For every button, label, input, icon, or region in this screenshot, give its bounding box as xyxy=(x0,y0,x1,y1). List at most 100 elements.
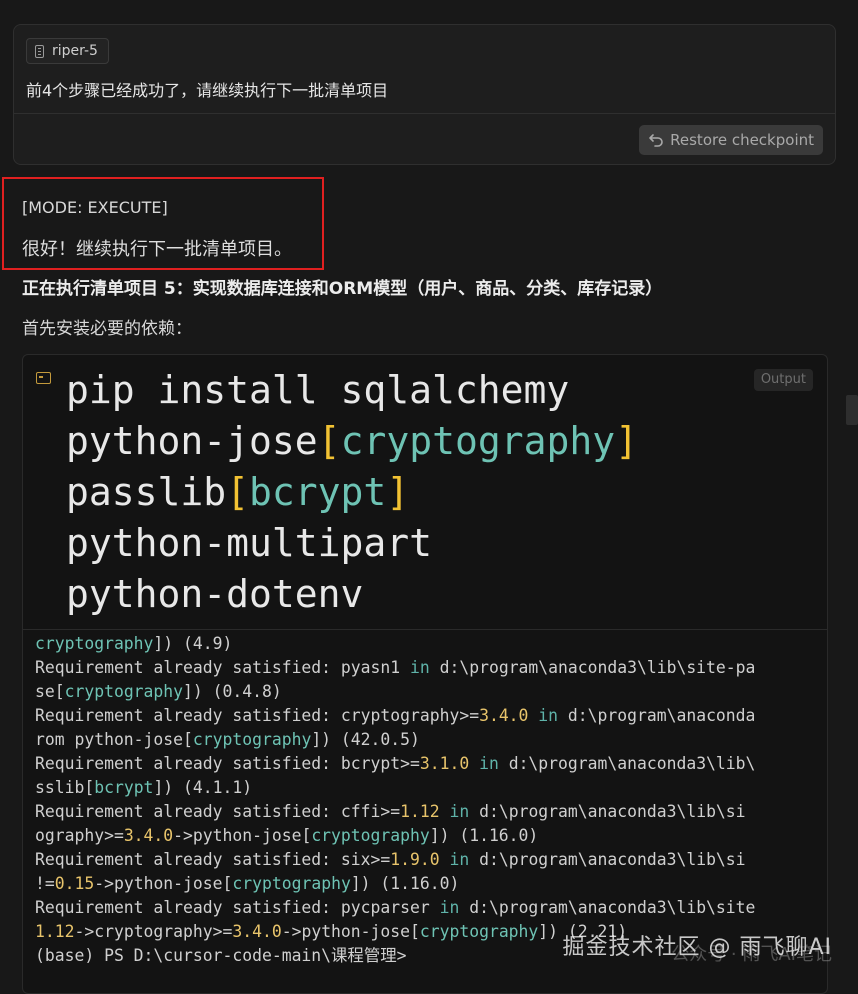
package-token: cryptography xyxy=(64,682,184,701)
output-line: Requirement already satisfied: pycparser… xyxy=(35,896,817,920)
user-message-text: 前4个步骤已经成功了，请继续执行下一批清单项目 xyxy=(26,81,389,100)
output-text: Requirement already satisfied: xyxy=(35,898,332,917)
command-line: pip install sqlalchemy xyxy=(66,368,570,412)
output-text: ]) (0.4.8) xyxy=(183,682,282,701)
dependencies-label: 首先安装必要的依赖： xyxy=(22,319,192,339)
number-token: 3.1.0 xyxy=(419,754,470,773)
agent-context-chip[interactable]: riper-5 xyxy=(26,38,109,64)
output-text: ]) (4.1.1) xyxy=(153,778,253,797)
agent-name: riper-5 xyxy=(52,43,98,59)
package-token: cryptography xyxy=(311,826,430,845)
output-text: Requirement already satisfied: xyxy=(35,850,332,869)
output-text: se[ xyxy=(35,682,65,701)
package-extra: bcrypt xyxy=(249,470,387,514)
output-text: Requirement already satisfied: xyxy=(35,754,332,773)
output-text: d:\program\anaconda3\lib\site-pa xyxy=(429,658,756,677)
undo-arrow-icon xyxy=(649,134,663,147)
output-text: bcrypt>= xyxy=(331,754,420,773)
output-text: Requirement already satisfied: xyxy=(35,802,332,821)
output-line: Requirement already satisfied: pyasn1 in… xyxy=(35,656,817,680)
output-text: ->python-jose[ xyxy=(94,874,233,893)
package-name: passlib xyxy=(66,470,227,514)
output-text: != xyxy=(35,874,55,893)
card-divider xyxy=(14,113,835,114)
user-message-card: riper-5 前4个步骤已经成功了，请继续执行下一批清单项目 Restore … xyxy=(13,24,836,165)
keyword-token: in xyxy=(538,706,559,725)
number-token: 3.4.0 xyxy=(123,826,174,845)
package-token: cryptography xyxy=(192,730,312,749)
output-line: Requirement already satisfied: cryptogra… xyxy=(35,704,817,728)
keyword-token: in xyxy=(449,850,470,869)
bracket: ] xyxy=(386,470,410,514)
output-text: d:\program\anaconda3\lib\ xyxy=(498,754,756,773)
step-heading: 正在执行清单项目 5：实现数据库连接和ORM模型（用户、商品、分类、库存记录） xyxy=(22,279,663,299)
watermark: 掘金技术社区 @ 雨飞聊AI xyxy=(562,935,832,960)
document-icon xyxy=(35,44,44,58)
keyword-token: in xyxy=(449,802,470,821)
keyword-token: in xyxy=(410,658,430,677)
output-line: rom python-jose[cryptography]) (42.0.5) xyxy=(35,728,817,752)
output-line: Requirement already satisfied: cffi>=1.1… xyxy=(35,800,817,824)
output-line: !=0.15->python-jose[cryptography]) (1.16… xyxy=(35,872,817,896)
command-line: passlib[bcrypt] xyxy=(66,467,638,518)
output-text: ography>= xyxy=(35,826,124,845)
output-text: d:\program\anaconda3\lib\si xyxy=(469,802,746,821)
output-line: Requirement already satisfied: six>=1.9.… xyxy=(35,848,817,872)
terminal-icon xyxy=(36,372,51,384)
output-text: ]) (4.9) xyxy=(153,634,233,653)
number-token: 1.9.0 xyxy=(390,850,440,869)
command-text: pip install sqlalchemy python-jose[crypt… xyxy=(66,365,638,620)
package-token: cryptography xyxy=(419,922,539,941)
output-line: cryptography]) (4.9) xyxy=(35,632,817,656)
output-text: ]) (42.0.5) xyxy=(311,730,420,749)
number-token: 3.4.0 xyxy=(479,706,529,725)
output-text: pyasn1 xyxy=(331,658,410,677)
output-line: sslib[bcrypt]) (4.1.1) xyxy=(35,776,817,800)
output-line: ography>=3.4.0->python-jose[cryptography… xyxy=(35,824,817,848)
number-token: 3.4.0 xyxy=(232,922,282,941)
package-token: bcrypt xyxy=(94,778,154,797)
command-line: python-jose[cryptography] xyxy=(66,416,638,467)
output-text: d:\program\anaconda3\lib\site xyxy=(459,898,756,917)
number-token: 1.12 xyxy=(35,922,75,941)
bracket: ] xyxy=(615,419,638,463)
number-token: 1.12 xyxy=(400,802,440,821)
output-divider xyxy=(23,629,827,630)
output-text: cffi>= xyxy=(331,802,401,821)
keyword-token: in xyxy=(479,754,499,773)
package-token: cryptography xyxy=(35,634,154,653)
output-text: ->cryptography>= xyxy=(74,922,233,941)
number-token: 0.15 xyxy=(54,874,95,893)
output-text: Requirement already satisfied: xyxy=(35,658,332,677)
output-line: Requirement already satisfied: bcrypt>=3… xyxy=(35,752,817,776)
response-intro: 很好！继续执行下一批清单项目。 xyxy=(22,239,292,260)
bracket: [ xyxy=(226,470,250,514)
package-extra: cryptography xyxy=(340,419,616,463)
terminal-output: cryptography]) (4.9) Requirement already… xyxy=(35,632,817,968)
output-text: ->python-jose[ xyxy=(173,826,312,845)
output-text: d:\program\anaconda3\lib\si xyxy=(469,850,746,869)
scrollbar-thumb[interactable] xyxy=(846,395,858,425)
keyword-token: in xyxy=(439,898,460,917)
output-text: rom python-jose[ xyxy=(35,730,193,749)
terminal-command-block: Output pip install sqlalchemy python-jos… xyxy=(22,354,828,994)
output-text: ]) (1.16.0) xyxy=(429,826,539,845)
output-text: ]) (1.16.0) xyxy=(350,874,460,893)
output-text: cryptography>= xyxy=(331,706,480,725)
output-text: pycparser xyxy=(331,898,440,917)
output-text: Requirement already satisfied: xyxy=(35,706,332,725)
output-line: se[cryptography]) (0.4.8) xyxy=(35,680,817,704)
output-badge[interactable]: Output xyxy=(753,369,813,391)
output-text: sslib[ xyxy=(35,778,95,797)
restore-checkpoint-label: Restore checkpoint xyxy=(670,131,814,149)
bracket: [ xyxy=(317,419,341,463)
command-line: python-dotenv xyxy=(66,572,364,616)
package-token: cryptography xyxy=(232,874,351,893)
package-name: python-jose xyxy=(66,419,318,463)
restore-checkpoint-button[interactable]: Restore checkpoint xyxy=(639,125,823,155)
command-line: python-multipart xyxy=(66,521,433,565)
mode-indicator: [MODE: EXECUTE] xyxy=(22,198,168,217)
output-text: d:\program\anaconda xyxy=(558,706,756,725)
output-text: six>= xyxy=(331,850,391,869)
output-text: ->python-jose[ xyxy=(281,922,420,941)
